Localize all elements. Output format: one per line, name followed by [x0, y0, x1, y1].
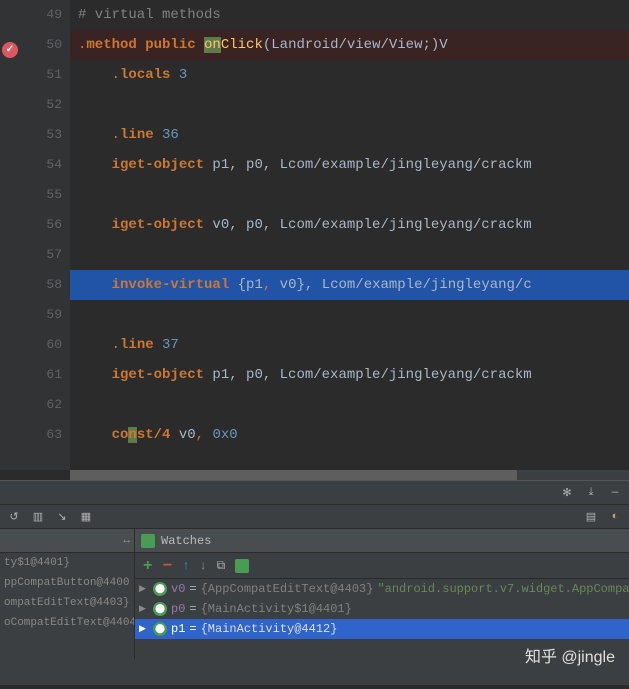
line-number: 63	[20, 420, 62, 450]
remove-watch-icon[interactable]: −	[163, 557, 173, 575]
code-token: co	[112, 427, 129, 443]
gear-icon[interactable]: ✻	[559, 485, 575, 501]
watches-label: Watches	[161, 534, 211, 548]
line-number: 49	[20, 0, 62, 30]
code-token: line	[120, 337, 162, 353]
line-number: 52	[20, 90, 62, 120]
code-token: on	[204, 37, 221, 53]
line-number: 60	[20, 330, 62, 360]
frame-item[interactable]: oCompatEditText@4404}	[0, 613, 134, 633]
code-token: p1	[246, 277, 263, 293]
watermark: 知乎 @jingle	[525, 643, 615, 667]
code-token: Click	[221, 37, 263, 53]
copy-icon[interactable]: ⧉	[217, 559, 226, 573]
expand-arrow-icon[interactable]: ▶	[139, 599, 149, 619]
code-editor[interactable]: # virtual methods . method public onClick…	[70, 0, 629, 470]
code-token: ,	[196, 427, 213, 443]
pin-icon[interactable]: ⤓	[583, 485, 599, 501]
close-icon[interactable]: —	[607, 485, 623, 501]
code-token: invoke-virtual	[112, 277, 230, 293]
variable-type: {MainActivity$1@4401}	[201, 599, 352, 619]
variable-value: "android.support.v7.widget.AppCompatEdit	[377, 579, 629, 599]
line-number-gutter: 495051525354555657585960616263	[20, 0, 70, 470]
variable-row[interactable]: ▶ ⬤ p1 = {MainActivity@4412}	[135, 619, 629, 639]
code-token: 37	[162, 337, 179, 353]
step-icon[interactable]: ↘	[54, 509, 70, 525]
calculator-icon[interactable]: ▦	[78, 509, 94, 525]
watches-panel: Watches ↔ + − ↑ ↓ ⧉ ▶ ⬤ v0 = {AppCompatE…	[135, 529, 629, 659]
code-token: method public	[86, 37, 204, 53]
code-token: }	[296, 277, 304, 293]
frame-item[interactable]: ompatEditText@4403} "a	[0, 593, 134, 613]
variable-name: v0	[171, 579, 185, 599]
threads-icon[interactable]: ▥	[30, 509, 46, 525]
line-number: 54	[20, 150, 62, 180]
code-token: iget-object	[112, 157, 204, 173]
equals-sign: =	[189, 619, 196, 639]
add-watch-icon[interactable]: +	[143, 557, 153, 575]
line-number: 61	[20, 360, 62, 390]
frames-panel: ↔ ty$1@4401}ppCompatButton@4400ompatEdit…	[0, 529, 135, 659]
variable-name: p0	[171, 599, 185, 619]
code-token: .	[112, 127, 120, 143]
code-token: .	[112, 337, 120, 353]
move-down-icon[interactable]: ↓	[199, 559, 206, 573]
variable-type: {MainActivity@4412}	[201, 619, 338, 639]
line-number: 53	[20, 120, 62, 150]
variable-kind-icon: ⬤	[153, 622, 167, 636]
variable-row[interactable]: ▶ ⬤ p0 = {MainActivity$1@4401}	[135, 599, 629, 619]
line-number: 55	[20, 180, 62, 210]
filter-icon[interactable]: ▤	[583, 509, 599, 525]
frame-item[interactable]: ppCompatButton@4400	[0, 573, 134, 593]
move-up-icon[interactable]: ↑	[182, 559, 189, 573]
settings-icon[interactable]: ◐	[607, 509, 623, 525]
frames-header: ↔	[0, 529, 134, 553]
code-token: v0	[280, 277, 297, 293]
code-token: iget-object	[112, 217, 204, 233]
breakpoint-icon[interactable]	[2, 42, 18, 58]
code-token: (Landroid/view/View;)V	[263, 37, 448, 53]
line-number: 62	[20, 390, 62, 420]
line-number: 50	[20, 30, 62, 60]
equals-sign: =	[189, 579, 196, 599]
equals-sign: =	[189, 599, 196, 619]
code-token: ,	[263, 277, 280, 293]
expand-arrow-icon[interactable]: ▶	[139, 579, 149, 599]
code-token: v0, p0, Lcom/example/jingleyang/crackm	[204, 217, 532, 233]
code-token: v0	[170, 427, 195, 443]
code-token: iget-object	[112, 367, 204, 383]
variable-name: p1	[171, 619, 185, 639]
code-token: 0x0	[212, 427, 237, 443]
code-token: locals	[120, 67, 179, 83]
variable-kind-icon: ⬤	[153, 602, 167, 616]
restore-layout-icon[interactable]: ↺	[6, 509, 22, 525]
line-number: 57	[20, 240, 62, 270]
code-token: 3	[179, 67, 187, 83]
comment-text: # virtual methods	[78, 7, 221, 23]
watches-icon	[141, 534, 155, 548]
variable-row[interactable]: ▶ ⬤ v0 = {AppCompatEditText@4403} "andro…	[135, 579, 629, 599]
code-token: p1, p0, Lcom/example/jingleyang/crackm	[204, 157, 532, 173]
code-token: {	[229, 277, 246, 293]
code-token: st/4	[137, 427, 171, 443]
code-token: line	[120, 127, 162, 143]
code-token: , Lcom/example/jingleyang/c	[305, 277, 532, 293]
code-token: .	[112, 67, 120, 83]
horizontal-scrollbar[interactable]	[70, 470, 629, 480]
expand-arrow-icon[interactable]: ▶	[139, 619, 149, 639]
code-token: 36	[162, 127, 179, 143]
code-token: n	[128, 427, 136, 443]
frame-item[interactable]: ty$1@4401}	[0, 553, 134, 573]
watches-duplicate-icon[interactable]	[235, 559, 249, 573]
line-number: 58	[20, 270, 62, 300]
line-number: 51	[20, 60, 62, 90]
variable-kind-icon: ⬤	[153, 582, 167, 596]
line-number: 59	[20, 300, 62, 330]
variable-type: {AppCompatEditText@4403}	[201, 579, 374, 599]
code-token: p1, p0, Lcom/example/jingleyang/crackm	[204, 367, 532, 383]
line-number: 56	[20, 210, 62, 240]
